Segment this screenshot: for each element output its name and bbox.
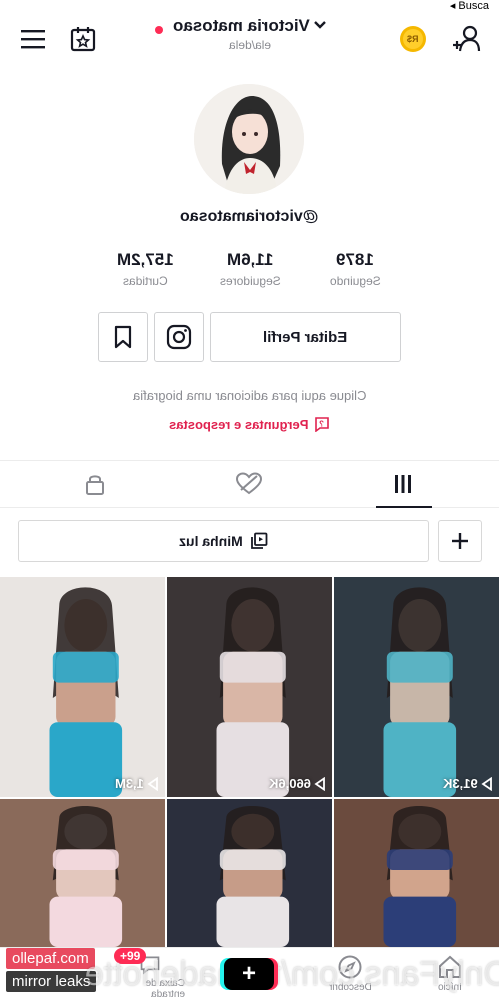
add-playlist-button[interactable] [438, 520, 482, 562]
watermark-site: ollepaf.com [6, 948, 95, 969]
stat-following[interactable]: 1879 Seguindo [305, 250, 405, 296]
video-thumbnail[interactable]: 660,6K [167, 577, 332, 797]
watermark-overlay: ollepaf.com mirror leaks +99 [6, 948, 147, 992]
stat-followers[interactable]: 11,6M Seguidores [200, 250, 300, 296]
svg-text:?: ? [319, 420, 324, 429]
bookmark-icon [114, 325, 132, 349]
liked-hidden-icon [235, 472, 263, 495]
account-switcher[interactable]: Victoria matosao ela/dela [160, 16, 340, 52]
pronouns-label: ela/dela [228, 38, 272, 52]
coins-label: R$ [407, 34, 419, 44]
create-button[interactable]: + [214, 954, 284, 1000]
calendar-star-icon[interactable] [66, 22, 100, 56]
stat-following-label: Seguindo [329, 274, 381, 288]
video-thumbnail[interactable] [0, 799, 165, 947]
thumb-figure-top [386, 849, 453, 871]
create-plus-icon: + [220, 958, 278, 990]
favorites-button[interactable] [98, 312, 148, 362]
watermark-mirror: mirror leaks [6, 971, 97, 992]
nav-home[interactable]: Início [415, 954, 485, 1000]
view-count: 1,3M [115, 776, 159, 791]
video-grid: 91,3K 660,6K 1,3M [0, 577, 499, 947]
stat-likes-label: Curtidas [122, 274, 168, 288]
profile-header: Victoria matosao ela/dela R$ [0, 12, 499, 68]
my-light-label: Minha luz [178, 533, 243, 549]
profile-avatar[interactable] [194, 84, 304, 194]
thumb-figure-bottom [49, 722, 123, 797]
thumb-figure-bottom [216, 896, 290, 947]
coins-icon[interactable]: R$ [398, 24, 428, 54]
tab-private-videos[interactable] [12, 461, 178, 507]
nav-discover-label: Descobrir [328, 982, 372, 993]
active-tab-indicator [376, 506, 432, 508]
qa-link-label: Perguntas e respostas [168, 416, 309, 432]
tab-liked-videos[interactable] [166, 461, 332, 507]
nav-discover[interactable]: Descobrir [315, 954, 385, 1000]
profile-stats: 157,2M Curtidas 11,6M Seguidores 1879 Se… [95, 250, 405, 296]
instagram-button[interactable] [154, 312, 204, 362]
bio-placeholder-text: Clique aqui para adicionar uma biografia [132, 388, 367, 403]
video-thumbnail[interactable] [167, 799, 332, 947]
question-bubble-icon: ? [315, 417, 330, 432]
play-outline-icon [147, 776, 158, 791]
profile-handle: @victoriamatosao [180, 208, 319, 225]
stat-likes-value: 157,2M [116, 250, 174, 269]
compass-icon [338, 955, 362, 979]
play-outline-icon [314, 776, 325, 791]
thumb-figure-top [386, 651, 453, 683]
menu-icon[interactable] [16, 22, 50, 56]
nav-home-label: Início [438, 982, 462, 993]
video-thumbnail[interactable] [334, 799, 499, 947]
thumb-figure-top [219, 849, 286, 871]
stat-followers-label: Seguidores [219, 274, 281, 288]
thumb-figure-top [52, 849, 119, 871]
play-outline-icon [481, 776, 492, 791]
chevron-down-icon [313, 17, 327, 35]
thumb-figure-bottom [383, 896, 457, 947]
lock-icon [86, 475, 104, 495]
thumb-figure-bottom [49, 896, 123, 947]
bio-placeholder[interactable]: Clique aqui para adicionar uma biografia [0, 388, 499, 403]
home-icon [439, 955, 461, 978]
thumb-figure-top [219, 651, 286, 683]
back-to-search-link[interactable]: ◂ Busca [450, 0, 489, 12]
videos-grid-icon [395, 475, 411, 493]
instagram-icon [166, 324, 192, 350]
stat-followers-value: 11,6M [226, 250, 274, 269]
nav-inbox-label: Caixa de entrada [145, 978, 185, 1000]
thumb-figure-top [52, 651, 119, 683]
view-count: 91,3K [443, 776, 493, 791]
view-count: 660,6K [269, 776, 326, 791]
edit-profile-label: Editar Perfil [263, 328, 348, 346]
add-user-icon[interactable] [449, 22, 483, 56]
edit-profile-button[interactable]: Editar Perfil [210, 312, 401, 362]
video-thumbnail[interactable]: 91,3K [334, 577, 499, 797]
video-thumbnail[interactable]: 1,3M [0, 577, 165, 797]
profile-username-title: Victoria matosao [172, 16, 310, 35]
stat-following-value: 1879 [336, 250, 374, 269]
profile-tabs [0, 460, 499, 508]
tab-videos[interactable] [320, 461, 486, 507]
plus-icon [452, 533, 468, 549]
notification-badge: +99 [114, 948, 147, 964]
stat-likes[interactable]: 157,2M Curtidas [95, 250, 195, 296]
playlist-icon [251, 532, 268, 549]
my-light-button[interactable]: Minha luz [18, 520, 429, 562]
qa-link[interactable]: Perguntas e respostas ? [0, 416, 499, 432]
